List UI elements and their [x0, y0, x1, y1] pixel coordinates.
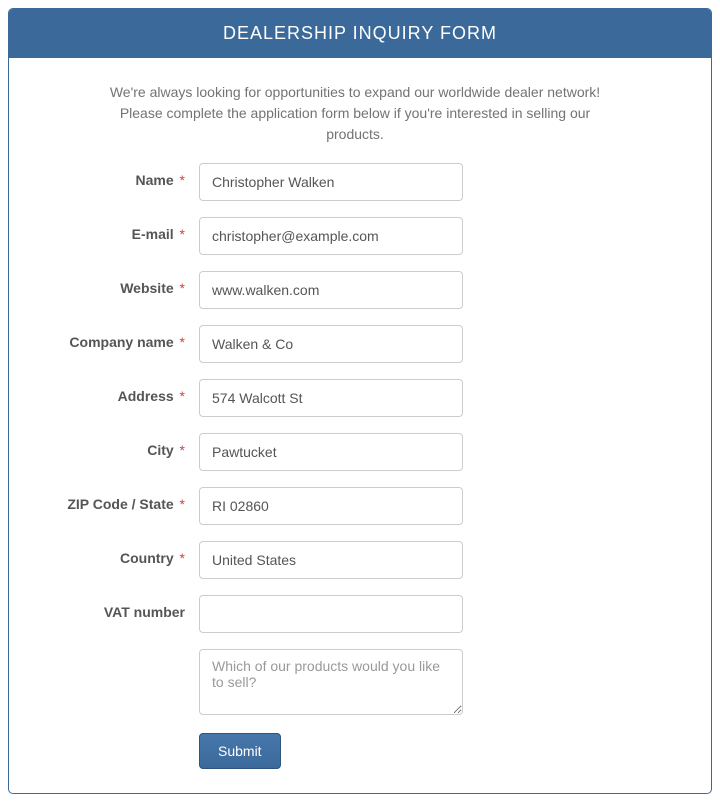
label-address: Address *	[59, 379, 199, 404]
label-company: Company name *	[59, 325, 199, 350]
required-mark: *	[180, 334, 185, 350]
label-name: Name *	[59, 163, 199, 188]
required-mark: *	[180, 226, 185, 242]
required-mark: *	[180, 496, 185, 512]
submit-button[interactable]: Submit	[199, 733, 281, 769]
email-input[interactable]	[199, 217, 463, 255]
row-city: City *	[59, 433, 651, 471]
label-city: City *	[59, 433, 199, 458]
country-input[interactable]	[199, 541, 463, 579]
required-mark: *	[180, 442, 185, 458]
intro-text: We're always looking for opportunities t…	[59, 82, 651, 163]
name-input[interactable]	[199, 163, 463, 201]
label-message	[59, 649, 199, 658]
label-email: E-mail *	[59, 217, 199, 242]
label-vat: VAT number	[59, 595, 199, 620]
row-name: Name *	[59, 163, 651, 201]
zipstate-input[interactable]	[199, 487, 463, 525]
form-header-title: DEALERSHIP INQUIRY FORM	[9, 9, 711, 58]
label-website: Website *	[59, 271, 199, 296]
row-zipstate: ZIP Code / State *	[59, 487, 651, 525]
required-mark: *	[180, 388, 185, 404]
required-mark: *	[180, 280, 185, 296]
message-textarea[interactable]	[199, 649, 463, 715]
city-input[interactable]	[199, 433, 463, 471]
row-message	[59, 649, 651, 715]
label-country: Country *	[59, 541, 199, 566]
row-vat: VAT number	[59, 595, 651, 633]
submit-row: Submit	[59, 733, 651, 769]
address-input[interactable]	[199, 379, 463, 417]
row-email: E-mail *	[59, 217, 651, 255]
form-card: DEALERSHIP INQUIRY FORM We're always loo…	[8, 8, 712, 794]
required-mark: *	[180, 172, 185, 188]
required-mark: *	[180, 550, 185, 566]
label-zipstate: ZIP Code / State *	[59, 487, 199, 512]
form-body: We're always looking for opportunities t…	[9, 58, 711, 793]
row-address: Address *	[59, 379, 651, 417]
website-input[interactable]	[199, 271, 463, 309]
vat-input[interactable]	[199, 595, 463, 633]
row-website: Website *	[59, 271, 651, 309]
row-company: Company name *	[59, 325, 651, 363]
submit-offset	[59, 733, 199, 769]
row-country: Country *	[59, 541, 651, 579]
company-input[interactable]	[199, 325, 463, 363]
